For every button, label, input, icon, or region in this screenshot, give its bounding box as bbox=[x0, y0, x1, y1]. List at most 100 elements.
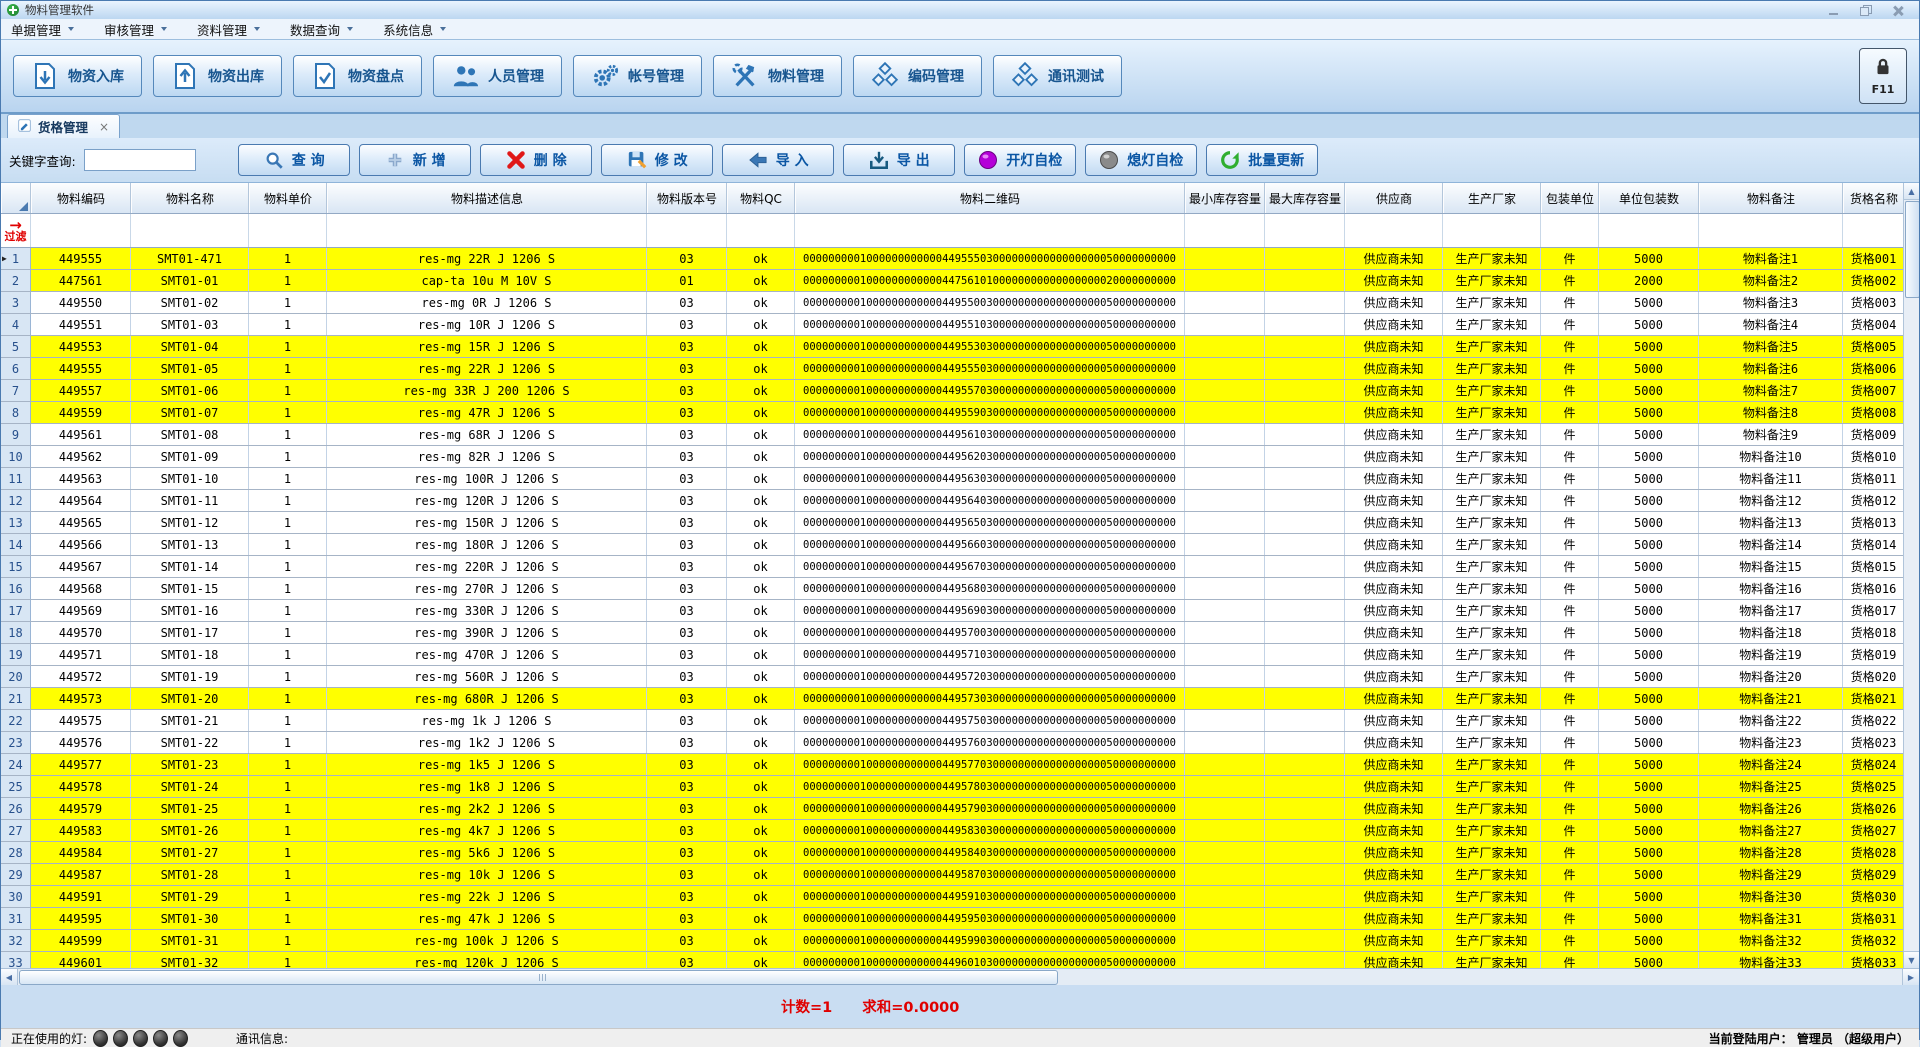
cell-qc[interactable]: ok bbox=[727, 600, 795, 621]
filter-cell-name[interactable] bbox=[131, 214, 249, 247]
cell-qrcode[interactable]: 0000000001000000000000449571030000000000… bbox=[795, 644, 1185, 665]
cell-max-capacity[interactable] bbox=[1265, 842, 1345, 863]
cell-shelf-name[interactable]: 货格014 bbox=[1843, 534, 1905, 555]
cell-name[interactable]: SMT01-10 bbox=[131, 468, 249, 489]
cell-max-capacity[interactable] bbox=[1265, 490, 1345, 511]
column-header-version[interactable]: 物料版本号 bbox=[647, 183, 727, 213]
cell-pack-count[interactable]: 5000 bbox=[1599, 578, 1699, 599]
cell-max-capacity[interactable] bbox=[1265, 886, 1345, 907]
cell-max-capacity[interactable] bbox=[1265, 534, 1345, 555]
cell-shelf-name[interactable]: 货格024 bbox=[1843, 754, 1905, 775]
cell-qc[interactable]: ok bbox=[727, 446, 795, 467]
cell-price[interactable]: 1 bbox=[249, 314, 327, 335]
cell-name[interactable]: SMT01-31 bbox=[131, 930, 249, 951]
cell-version[interactable]: 03 bbox=[647, 424, 727, 445]
cell-price[interactable]: 1 bbox=[249, 688, 327, 709]
cell-remark[interactable]: 物料备注18 bbox=[1699, 622, 1843, 643]
cell-code[interactable]: 449569 bbox=[31, 600, 131, 621]
cell-qrcode[interactable]: 0000000001000000000000449555030000000000… bbox=[795, 248, 1185, 269]
cell-qrcode[interactable]: 0000000001000000000000449563030000000000… bbox=[795, 468, 1185, 489]
cell-supplier[interactable]: 供应商未知 bbox=[1345, 402, 1443, 423]
cell-min-capacity[interactable] bbox=[1185, 512, 1265, 533]
cell-pack-unit[interactable]: 件 bbox=[1541, 688, 1599, 709]
cell-min-capacity[interactable] bbox=[1185, 930, 1265, 951]
cell-code[interactable]: 449555 bbox=[31, 248, 131, 269]
cell-code[interactable]: 449553 bbox=[31, 336, 131, 357]
cell-supplier[interactable]: 供应商未知 bbox=[1345, 490, 1443, 511]
cell-price[interactable]: 1 bbox=[249, 908, 327, 929]
cell-version[interactable]: 03 bbox=[647, 512, 727, 533]
cell-shelf-name[interactable]: 货格016 bbox=[1843, 578, 1905, 599]
filter-cell-code[interactable] bbox=[31, 214, 131, 247]
cell-pack-unit[interactable]: 件 bbox=[1541, 402, 1599, 423]
table-row[interactable]: 25449578SMT01-241res-mg 1k8 J 1206 S03ok… bbox=[1, 776, 1919, 798]
cell-name[interactable]: SMT01-30 bbox=[131, 908, 249, 929]
cell-desc[interactable]: res-mg 330R J 1206 S bbox=[327, 600, 647, 621]
cell-qc[interactable]: ok bbox=[727, 864, 795, 885]
cell-pack-count[interactable]: 5000 bbox=[1599, 732, 1699, 753]
cell-supplier[interactable]: 供应商未知 bbox=[1345, 270, 1443, 291]
cell-rownum[interactable]: 7 bbox=[1, 380, 31, 401]
cell-rownum[interactable]: 6 bbox=[1, 358, 31, 379]
cell-qrcode[interactable]: 0000000001000000000000449584030000000000… bbox=[795, 842, 1185, 863]
cell-manufacturer[interactable]: 生产厂家未知 bbox=[1443, 688, 1541, 709]
maximize-icon[interactable] bbox=[1859, 5, 1873, 16]
keyword-search-input[interactable] bbox=[84, 149, 196, 171]
cell-shelf-name[interactable]: 货格006 bbox=[1843, 358, 1905, 379]
cell-manufacturer[interactable]: 生产厂家未知 bbox=[1443, 446, 1541, 467]
cell-qc[interactable]: ok bbox=[727, 292, 795, 313]
cell-qc[interactable]: ok bbox=[727, 798, 795, 819]
filter-cell-min-capacity[interactable] bbox=[1185, 214, 1265, 247]
cell-shelf-name[interactable]: 货格028 bbox=[1843, 842, 1905, 863]
cell-manufacturer[interactable]: 生产厂家未知 bbox=[1443, 842, 1541, 863]
cell-rownum[interactable]: 21 bbox=[1, 688, 31, 709]
table-row[interactable]: 28449584SMT01-271res-mg 5k6 J 1206 S03ok… bbox=[1, 842, 1919, 864]
cell-min-capacity[interactable] bbox=[1185, 688, 1265, 709]
cell-qc[interactable]: ok bbox=[727, 820, 795, 841]
cell-name[interactable]: SMT01-15 bbox=[131, 578, 249, 599]
cell-supplier[interactable]: 供应商未知 bbox=[1345, 512, 1443, 533]
filter-cell-max-capacity[interactable] bbox=[1265, 214, 1345, 247]
cell-remark[interactable]: 物料备注11 bbox=[1699, 468, 1843, 489]
cell-pack-unit[interactable]: 件 bbox=[1541, 424, 1599, 445]
cell-name[interactable]: SMT01-07 bbox=[131, 402, 249, 423]
cell-code[interactable]: 449577 bbox=[31, 754, 131, 775]
cell-remark[interactable]: 物料备注31 bbox=[1699, 908, 1843, 929]
cell-rownum[interactable]: 2 bbox=[1, 270, 31, 291]
cell-min-capacity[interactable] bbox=[1185, 490, 1265, 511]
cell-shelf-name[interactable]: 货格009 bbox=[1843, 424, 1905, 445]
cell-pack-unit[interactable]: 件 bbox=[1541, 578, 1599, 599]
cell-pack-count[interactable]: 5000 bbox=[1599, 930, 1699, 951]
cell-rownum[interactable]: 3 bbox=[1, 292, 31, 313]
cell-version[interactable]: 03 bbox=[647, 754, 727, 775]
cell-desc[interactable]: res-mg 270R J 1206 S bbox=[327, 578, 647, 599]
cell-pack-unit[interactable]: 件 bbox=[1541, 512, 1599, 533]
cell-pack-unit[interactable]: 件 bbox=[1541, 666, 1599, 687]
cell-rownum[interactable]: 5 bbox=[1, 336, 31, 357]
cell-version[interactable]: 03 bbox=[647, 402, 727, 423]
cell-max-capacity[interactable] bbox=[1265, 512, 1345, 533]
cell-remark[interactable]: 物料备注32 bbox=[1699, 930, 1843, 951]
cell-qc[interactable]: ok bbox=[727, 336, 795, 357]
cell-rownum[interactable]: 20 bbox=[1, 666, 31, 687]
cell-code[interactable]: 449550 bbox=[31, 292, 131, 313]
column-header-remark[interactable]: 物料备注 bbox=[1699, 183, 1843, 213]
cell-remark[interactable]: 物料备注30 bbox=[1699, 886, 1843, 907]
cell-price[interactable]: 1 bbox=[249, 292, 327, 313]
cell-shelf-name[interactable]: 货格001 bbox=[1843, 248, 1905, 269]
cell-supplier[interactable]: 供应商未知 bbox=[1345, 820, 1443, 841]
cell-price[interactable]: 1 bbox=[249, 842, 327, 863]
table-row[interactable]: 17449569SMT01-161res-mg 330R J 1206 S03o… bbox=[1, 600, 1919, 622]
cell-max-capacity[interactable] bbox=[1265, 556, 1345, 577]
cell-pack-unit[interactable]: 件 bbox=[1541, 380, 1599, 401]
cell-manufacturer[interactable]: 生产厂家未知 bbox=[1443, 336, 1541, 357]
cell-supplier[interactable]: 供应商未知 bbox=[1345, 248, 1443, 269]
cell-qc[interactable]: ok bbox=[727, 930, 795, 951]
cell-rownum[interactable]: 27 bbox=[1, 820, 31, 841]
minimize-icon[interactable] bbox=[1827, 5, 1841, 16]
action-button-export[interactable]: 导 出 bbox=[843, 144, 955, 176]
cell-remark[interactable]: 物料备注29 bbox=[1699, 864, 1843, 885]
cell-min-capacity[interactable] bbox=[1185, 336, 1265, 357]
cell-price[interactable]: 1 bbox=[249, 358, 327, 379]
cell-qc[interactable]: ok bbox=[727, 490, 795, 511]
